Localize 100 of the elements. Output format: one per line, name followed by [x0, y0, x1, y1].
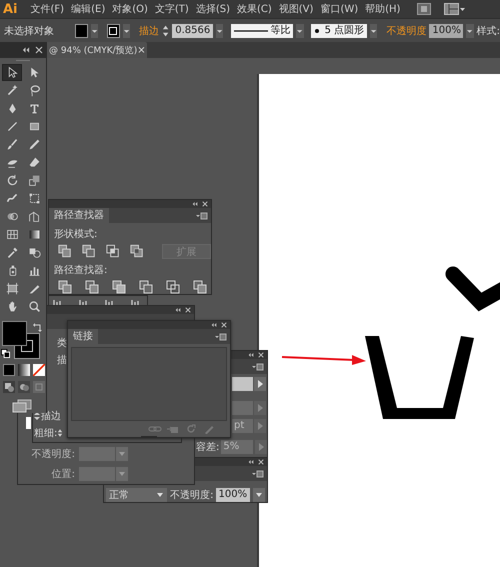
pathfinder-icon[interactable] — [138, 279, 154, 295]
lasso-icon — [28, 84, 40, 97]
location-label: 位置: — [50, 468, 76, 481]
dropdown-button-icon — [116, 467, 128, 481]
bridge-icon[interactable] — [417, 3, 432, 15]
app-logo: Ai — [3, 2, 18, 16]
fill-swatch[interactable] — [2, 321, 27, 346]
close-icon[interactable] — [258, 459, 264, 465]
draw-normal-icon[interactable] — [3, 381, 15, 393]
scale-icon — [28, 174, 40, 187]
default-colors-icon[interactable] — [1, 349, 10, 358]
blend-icon — [28, 246, 40, 259]
fill-swatch[interactable] — [75, 24, 88, 38]
shape-mode-icon[interactable] — [81, 243, 96, 259]
menu-item[interactable]: 效果(C) — [236, 2, 272, 16]
search-icon — [28, 300, 40, 313]
swap-arrow-icon[interactable] — [33, 322, 43, 332]
shape-builder-icon — [6, 210, 18, 223]
draw-inside-icon — [33, 381, 45, 393]
eyedropper-icon — [6, 246, 18, 259]
opacity-link[interactable]: 不透明度 — [386, 24, 426, 38]
color-mode-button[interactable] — [3, 364, 15, 376]
gradient-mode-button[interactable] — [18, 364, 30, 376]
menu-item[interactable]: 文字(T) — [154, 2, 189, 16]
perspective-grid-icon — [28, 210, 40, 223]
type-label: 类 — [57, 336, 67, 350]
selection-status: 未选择对象 — [4, 24, 54, 38]
profile-label: 等比 — [270, 24, 290, 38]
weight-label: 粗细: — [34, 427, 58, 440]
input-field[interactable] — [232, 377, 253, 391]
warp-icon — [6, 192, 18, 205]
pathfinder-icon[interactable] — [57, 279, 73, 295]
close-icon[interactable] — [221, 322, 227, 328]
screen-mode-icon[interactable] — [12, 399, 32, 413]
close-icon[interactable] — [35, 46, 43, 54]
panel-menu-icon[interactable] — [252, 470, 264, 478]
stroke-profile-dropdown[interactable]: 等比 — [231, 24, 294, 38]
pencil-icon — [28, 138, 40, 151]
pathfinder-icon[interactable] — [165, 279, 181, 295]
blend-mode-dropdown[interactable]: 正常 — [106, 488, 168, 502]
pathfinders-label: 路径查找器: — [54, 264, 108, 277]
input-field — [232, 401, 253, 415]
shape-mode-icon[interactable] — [105, 243, 120, 259]
document-tab[interactable]: @ 94% (CMYK/预览)× — [47, 42, 147, 58]
relink-icon — [166, 424, 180, 434]
pathfinder-icon[interactable] — [111, 279, 127, 295]
dropdown-button-icon[interactable] — [253, 488, 265, 502]
shape-mode-icon[interactable] — [129, 243, 145, 259]
menu-item[interactable]: 选择(S) — [196, 2, 230, 16]
close-icon[interactable] — [202, 201, 208, 207]
close-icon[interactable] — [258, 352, 264, 358]
gradient-icon — [28, 228, 40, 241]
line-icon — [234, 28, 268, 32]
panel-tab[interactable]: 链接 — [68, 329, 98, 344]
workspace-icon[interactable] — [444, 3, 466, 15]
panel-menu-icon[interactable] — [252, 362, 264, 370]
close-icon[interactable] — [185, 307, 191, 313]
stroke-link[interactable]: 描边 — [139, 24, 160, 38]
color-stop[interactable] — [26, 417, 31, 429]
close-button[interactable]: × — [137, 44, 146, 56]
stroke-weight-field[interactable]: 0.8566 — [172, 24, 214, 38]
opacity-field[interactable]: 100% — [216, 488, 250, 502]
shape-modes-label: 形状模式: — [54, 228, 98, 241]
opacity-label: 不透明度: — [30, 448, 76, 461]
none-color-icon[interactable] — [33, 364, 45, 376]
document-title: @ 94% (CMYK/预览) — [49, 44, 138, 56]
menu-item[interactable]: 编辑(E) — [71, 2, 106, 16]
stroke-label: 描 — [57, 354, 67, 367]
chain-link-icon — [148, 424, 162, 434]
play-button-icon[interactable] — [254, 377, 266, 391]
free-transform-icon — [28, 192, 40, 205]
menu-item[interactable]: 视图(V) — [278, 2, 314, 16]
panel-menu-icon[interactable] — [196, 212, 208, 220]
menu-item[interactable]: 窗口(W) — [320, 2, 358, 16]
menu-item[interactable]: 帮助(H) — [365, 2, 400, 16]
pathfinder-icon[interactable] — [192, 279, 208, 295]
menu-item[interactable]: 对象(O) — [112, 2, 148, 16]
panel-tab[interactable]: 路径查找器 — [49, 208, 109, 223]
opacity-field[interactable]: 100% — [429, 24, 464, 38]
mesh-icon — [6, 228, 18, 241]
rectangle-icon — [28, 120, 40, 133]
shape-mode-icon[interactable] — [57, 243, 72, 259]
eraser-icon — [28, 156, 40, 169]
stroke-swatch[interactable] — [107, 24, 120, 38]
draw-behind-icon[interactable] — [18, 381, 30, 393]
collapse-icon[interactable] — [22, 46, 30, 54]
pathfinder-icon[interactable] — [84, 279, 100, 295]
tool-button[interactable] — [2, 64, 22, 81]
type-icon — [28, 102, 40, 115]
brush-label: 5 点圆形 — [324, 24, 364, 38]
blend-mode-label: 正常 — [109, 488, 129, 502]
panel-menu-icon[interactable] — [215, 332, 227, 340]
menu-item[interactable]: 文件(F) — [30, 2, 64, 16]
tolerance-label: 容差: — [196, 440, 220, 454]
opacity-label: 不透明度: — [170, 488, 214, 502]
unit-field: pt — [232, 419, 253, 433]
brush-dropdown[interactable]: 5 点圆形 — [310, 24, 368, 38]
style-label: 样式: — [476, 24, 500, 38]
spinner-icon[interactable] — [57, 427, 64, 439]
brush-icon — [6, 138, 18, 151]
